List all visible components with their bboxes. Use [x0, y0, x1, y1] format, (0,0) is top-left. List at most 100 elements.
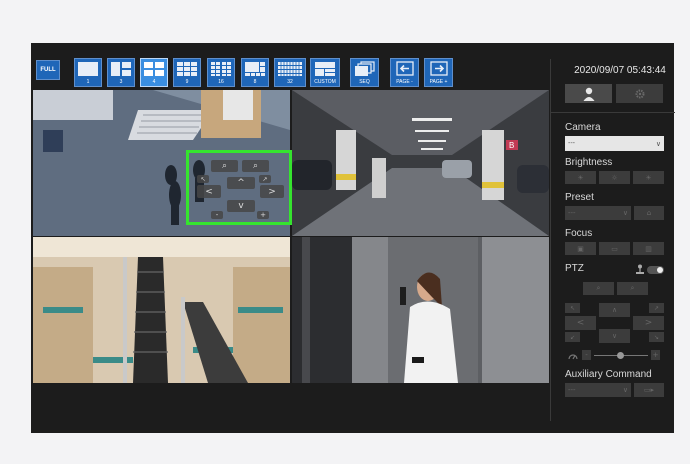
brightness-up-button[interactable]: ☀: [633, 171, 664, 184]
arrow-left-icon: <: [205, 186, 213, 197]
pan-left-button[interactable]: <: [197, 185, 221, 198]
arrow-up-right-icon: ↗: [653, 304, 660, 312]
ptz-down-button[interactable]: ∨: [599, 329, 630, 343]
camera-2-image: B: [292, 90, 549, 236]
zoom-out-icon: ⌕: [221, 161, 228, 171]
layout-4-button[interactable]: 4: [140, 58, 168, 87]
pan-right-button[interactable]: >: [260, 185, 284, 198]
page-prev-label: PAGE -: [396, 79, 413, 85]
arrow-down-icon: ∨: [611, 332, 618, 340]
zoom-out-button[interactable]: ⌕: [211, 160, 238, 172]
brightness-label: Brightness: [565, 157, 613, 168]
ptz-left-button[interactable]: <: [565, 316, 596, 330]
brightness-reset-button[interactable]: ☼: [599, 171, 630, 184]
focus-minus-button[interactable]: -: [211, 211, 223, 219]
layout-8-button[interactable]: 8: [241, 58, 269, 87]
layout-9-icon: [177, 62, 197, 76]
layout-3-button[interactable]: 3: [107, 58, 135, 87]
ptz-toggle[interactable]: [647, 266, 664, 274]
arrow-right-icon: >: [644, 318, 653, 328]
minus-icon: -: [585, 351, 588, 359]
arrow-left-icon: <: [576, 318, 585, 328]
ptz-up-button[interactable]: ∧: [599, 303, 630, 317]
camera-view-2[interactable]: B: [292, 90, 549, 236]
ptz-down-right-button[interactable]: ↘: [649, 332, 664, 342]
arrow-up-icon: ∧: [611, 306, 618, 314]
pan-up-left-button[interactable]: ↖: [197, 175, 209, 183]
chevron-down-icon: ∨: [655, 140, 661, 148]
datetime-display: 2020/09/07 05:43:44: [574, 65, 666, 76]
aux-send-button[interactable]: ▭▸: [634, 383, 664, 397]
arrow-right-icon: [429, 61, 448, 76]
arrow-up-left-icon: ↖: [569, 304, 576, 312]
layout-16-button[interactable]: 16: [207, 58, 235, 87]
brightness-down-button[interactable]: ☀: [565, 171, 596, 184]
layout-custom-icon: [315, 62, 335, 76]
preset-select[interactable]: --- ∨: [565, 206, 631, 220]
home-button[interactable]: ⌂: [634, 206, 664, 220]
chevron-down-icon: ∨: [622, 386, 628, 394]
zoom-in-button[interactable]: ⌕: [242, 160, 269, 172]
focus-label: Focus: [565, 228, 593, 239]
camera-3-image: [33, 237, 290, 383]
layout-4-label: 4: [152, 79, 156, 85]
layout-16-icon: [211, 62, 231, 76]
minus-icon: -: [215, 211, 219, 219]
parking-sign-label: B: [509, 141, 514, 150]
layout-16-label: 16: [218, 79, 224, 85]
layout-32-label: 32: [287, 79, 293, 85]
focus-auto-button[interactable]: ▭: [599, 242, 630, 255]
panel-divider: [551, 112, 675, 113]
user-button[interactable]: [565, 84, 612, 103]
control-panel: 2020/09/07 05:43:44 Camera --- ∨ Brightn…: [550, 59, 675, 421]
sequence-button[interactable]: SEQ: [350, 58, 379, 87]
focus-far-button[interactable]: ▥: [633, 242, 664, 255]
camera-view-3[interactable]: [33, 237, 290, 383]
ptz-right-button[interactable]: >: [633, 316, 664, 330]
arrow-down-left-icon: ↙: [569, 333, 576, 341]
gear-icon: [635, 89, 644, 98]
arrow-down-icon: v: [238, 201, 244, 211]
plus-icon: +: [652, 351, 659, 359]
chevron-down-icon: ∨: [622, 209, 628, 217]
layout-9-button[interactable]: 9: [173, 58, 201, 87]
joystick-icon: [636, 264, 644, 274]
layout-1-button[interactable]: 1: [74, 58, 102, 87]
send-icon: ▭▸: [643, 386, 655, 394]
pan-up-button[interactable]: ^: [227, 177, 255, 189]
speed-minus-button[interactable]: -: [582, 350, 591, 360]
plus-icon: +: [260, 211, 266, 219]
sequence-label: SEQ: [359, 79, 370, 85]
camera-select-value: ---: [568, 140, 575, 147]
layout-custom-button[interactable]: CUSTOM: [310, 58, 340, 87]
ptz-up-left-button[interactable]: ↖: [565, 303, 580, 313]
ptz-up-right-button[interactable]: ↗: [649, 303, 664, 313]
layout-8-label: 8: [253, 79, 257, 85]
layout-32-icon: [278, 62, 302, 76]
ptz-down-left-button[interactable]: ↙: [565, 332, 580, 342]
user-icon: [583, 87, 594, 101]
ptz-overlay: ⌕ ⌕ ↖ ^ ↗ < > v - +: [186, 150, 292, 225]
layout-32-button[interactable]: 32: [274, 58, 306, 87]
pan-down-button[interactable]: v: [227, 200, 255, 212]
focus-plus-button[interactable]: +: [257, 211, 269, 219]
arrow-up-left-icon: ↖: [200, 175, 206, 183]
focus-near-button[interactable]: ▣: [565, 242, 596, 255]
full-screen-button[interactable]: FULL: [36, 60, 60, 80]
sun-bright-icon: ☀: [645, 173, 652, 182]
arrow-up-right-icon: ↗: [262, 175, 268, 183]
camera-view-4[interactable]: [292, 237, 549, 383]
speed-slider-handle[interactable]: [617, 352, 624, 359]
ptz-zoom-in-button[interactable]: ⌕: [617, 282, 648, 295]
settings-button[interactable]: [616, 84, 663, 103]
ptz-zoom-out-button[interactable]: ⌕: [583, 282, 614, 295]
aux-command-value: ---: [568, 386, 576, 394]
page-prev-button[interactable]: PAGE -: [390, 58, 419, 87]
camera-label: Camera: [565, 122, 601, 133]
pan-up-right-button[interactable]: ↗: [259, 175, 271, 183]
camera-select[interactable]: --- ∨: [565, 136, 664, 151]
speed-plus-button[interactable]: +: [651, 350, 660, 360]
zoom-in-icon: ⌕: [630, 284, 635, 292]
page-next-button[interactable]: PAGE +: [424, 58, 453, 87]
aux-command-select[interactable]: --- ∨: [565, 383, 631, 397]
